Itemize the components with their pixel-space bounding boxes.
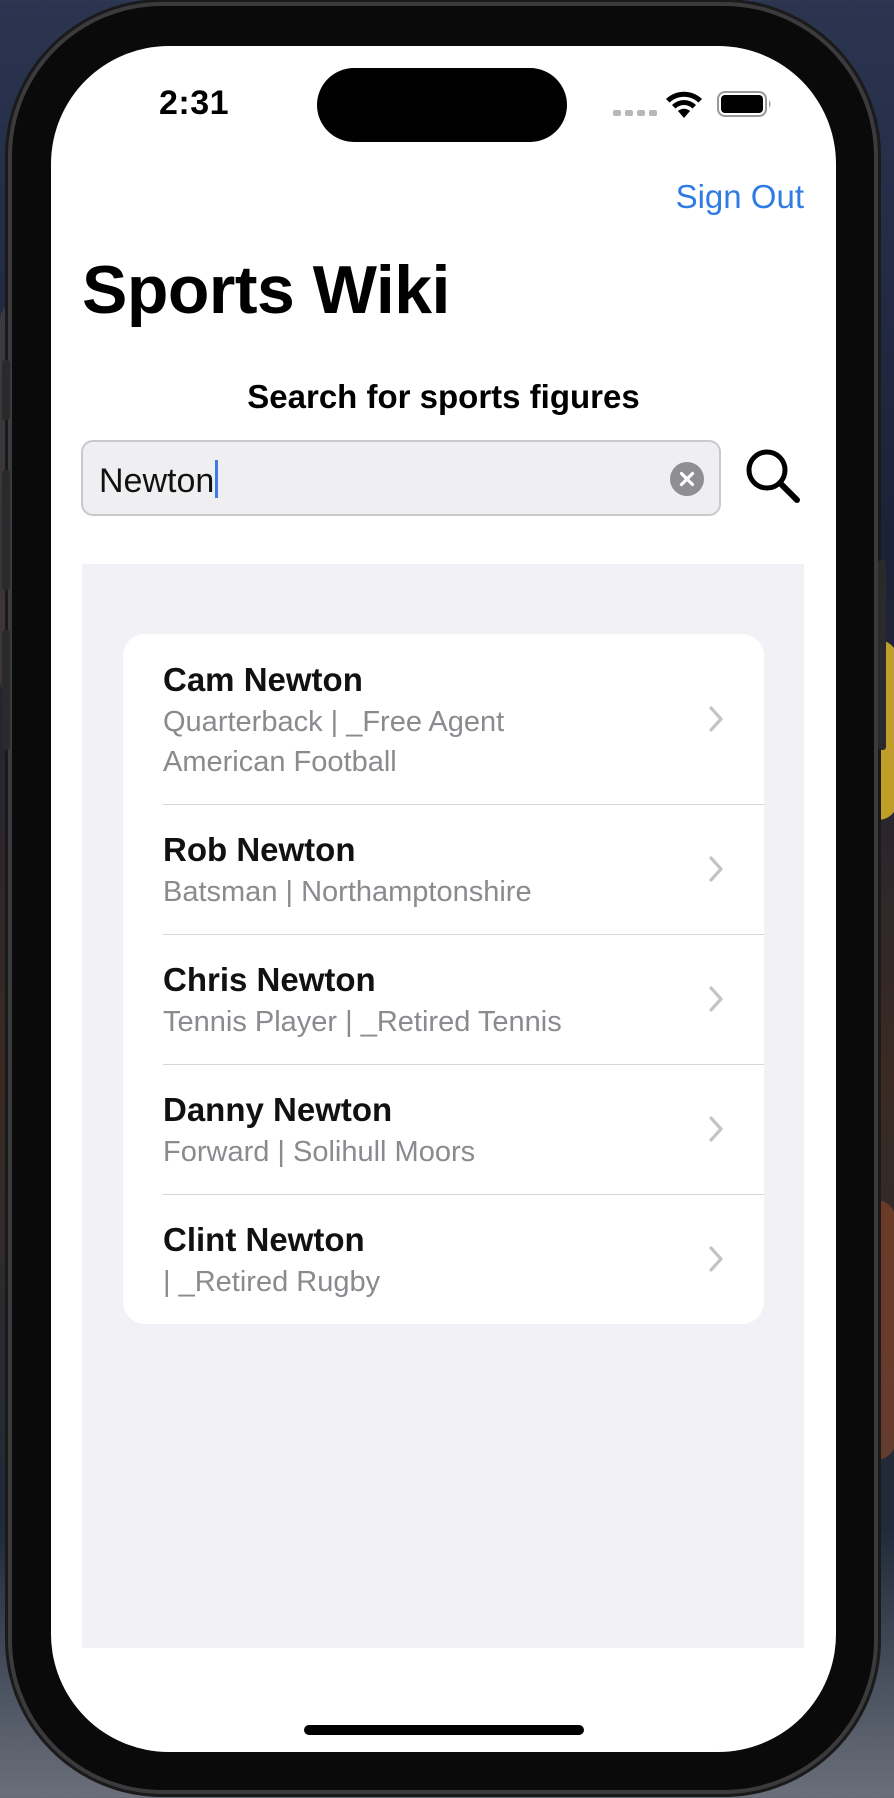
chevron-right-icon <box>709 986 723 1012</box>
result-row-4[interactable]: Danny Newton Forward | Solihull Moors <box>123 1064 764 1194</box>
battery-icon <box>717 91 771 117</box>
result-name: Chris Newton <box>163 961 376 998</box>
result-row-2[interactable]: Rob Newton Batsman | Northamptonshire <box>123 804 764 934</box>
clear-search-button[interactable] <box>670 462 704 496</box>
side-button <box>2 470 10 590</box>
results-list: Cam Newton Quarterback | _Free Agent Amer… <box>123 634 764 1324</box>
signal-dots-icon <box>613 110 657 116</box>
side-button <box>878 560 886 750</box>
search-input[interactable]: Newton <box>81 440 721 516</box>
results-panel: Cam Newton Quarterback | _Free Agent Amer… <box>82 564 804 1648</box>
search-button[interactable] <box>741 444 807 510</box>
chevron-right-icon <box>709 1246 723 1272</box>
app-screen: 2:31 Sign Out Sports Wiki Search for spo… <box>51 46 836 1752</box>
result-row-1[interactable]: Cam Newton Quarterback | _Free Agent Amer… <box>123 634 764 804</box>
result-subtitle-2: American Football <box>163 746 397 778</box>
search-input-value[interactable]: Newton <box>99 460 219 501</box>
text-caret <box>215 460 219 498</box>
result-subtitle: Tennis Player | _Retired Tennis <box>163 1006 562 1038</box>
search-caption: Search for sports figures <box>247 378 640 415</box>
sign-out-button[interactable]: Sign Out <box>676 178 804 216</box>
result-subtitle: | _Retired Rugby <box>163 1266 381 1298</box>
chevron-right-icon <box>709 856 723 882</box>
wifi-icon <box>666 91 702 118</box>
chevron-right-icon <box>709 706 723 732</box>
result-name: Cam Newton <box>163 661 363 698</box>
page-title: Sports Wiki <box>82 252 450 328</box>
result-name: Clint Newton <box>163 1221 365 1258</box>
dynamic-island <box>317 68 567 142</box>
home-indicator[interactable] <box>304 1725 584 1735</box>
chevron-right-icon <box>709 1116 723 1142</box>
result-row-5[interactable]: Clint Newton | _Retired Rugby <box>123 1194 764 1324</box>
clear-circle-icon <box>679 471 695 487</box>
result-subtitle: Batsman | Northamptonshire <box>163 876 532 908</box>
result-name: Danny Newton <box>163 1091 393 1128</box>
side-button <box>2 630 10 750</box>
result-name: Rob Newton <box>163 831 356 868</box>
side-button <box>2 360 10 420</box>
result-row-3[interactable]: Chris Newton Tennis Player | _Retired Te… <box>123 934 764 1064</box>
magnifying-glass-icon <box>746 449 800 503</box>
result-subtitle: Quarterback | _Free Agent <box>163 706 505 738</box>
status-time: 2:31 <box>159 84 230 122</box>
result-subtitle: Forward | Solihull Moors <box>163 1136 476 1168</box>
